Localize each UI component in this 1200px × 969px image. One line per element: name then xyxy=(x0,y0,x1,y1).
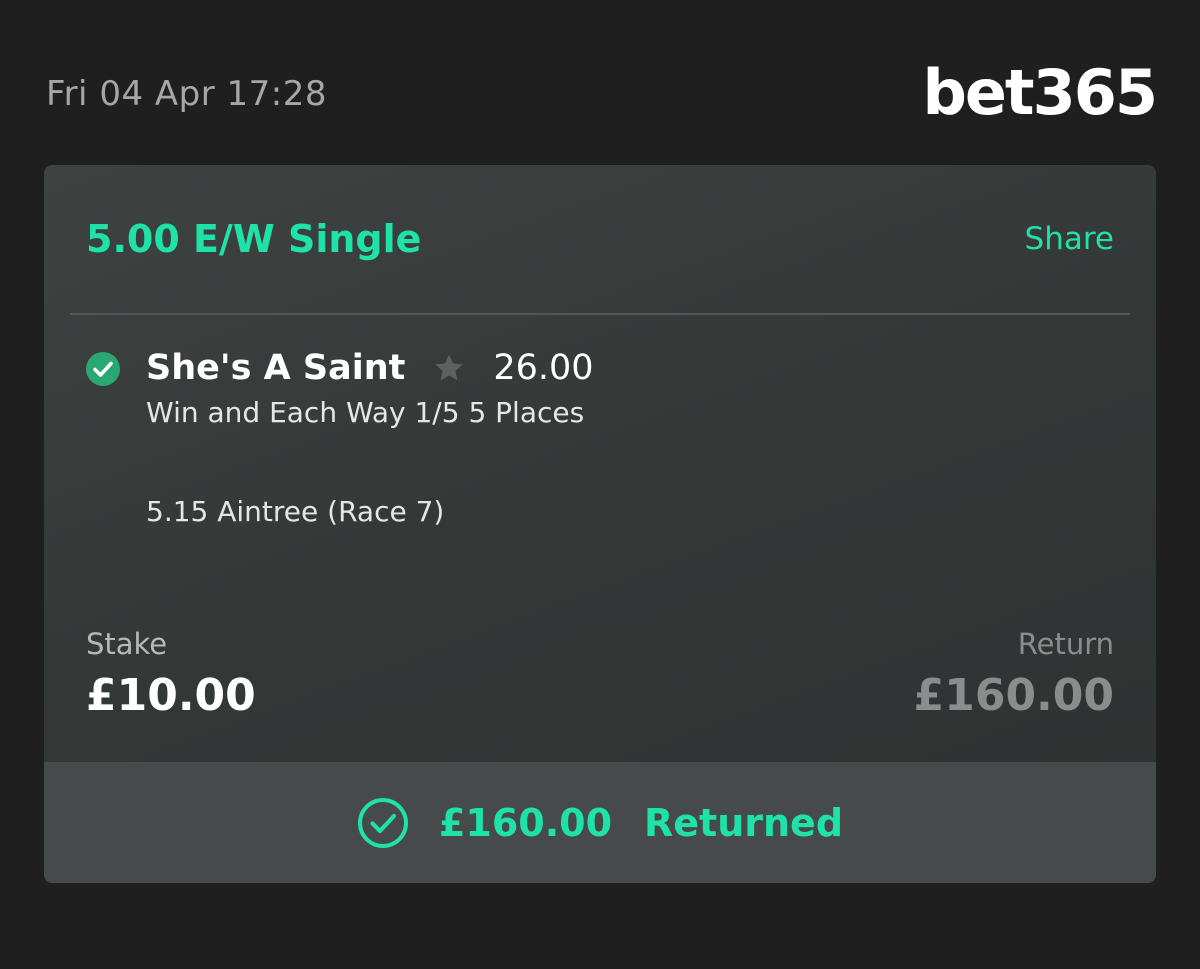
return-label: Return xyxy=(1017,627,1114,661)
bet-type-title: 5.00 E/W Single xyxy=(86,217,422,261)
bet-datetime: Fri 04 Apr 17:28 xyxy=(46,74,327,114)
returned-amount: £160.00 xyxy=(438,800,613,845)
return-value: £160.00 xyxy=(913,670,1114,721)
check-circle-icon xyxy=(86,352,120,386)
star-icon[interactable] xyxy=(433,352,465,384)
event-name: 5.15 Aintree (Race 7) xyxy=(146,495,445,528)
market-description: Win and Each Way 1/5 5 Places xyxy=(146,396,585,429)
stake-label: Stake xyxy=(86,627,168,661)
returned-banner: £160.00 Returned xyxy=(44,762,1156,883)
stake-value: £10.00 xyxy=(86,670,256,721)
selection-odds: 26.00 xyxy=(493,348,594,388)
divider xyxy=(70,313,1130,315)
share-button[interactable]: Share xyxy=(1025,221,1114,257)
bet365-logo: bet365 xyxy=(922,56,1158,129)
selection-name: She's A Saint xyxy=(146,348,406,388)
check-circle-outline-icon xyxy=(357,797,408,848)
bet-card: 5.00 E/W Single Share She's A Saint 26.0… xyxy=(44,165,1156,883)
returned-status: Returned xyxy=(644,800,844,845)
selection-row: She's A Saint 26.00 xyxy=(146,348,594,388)
